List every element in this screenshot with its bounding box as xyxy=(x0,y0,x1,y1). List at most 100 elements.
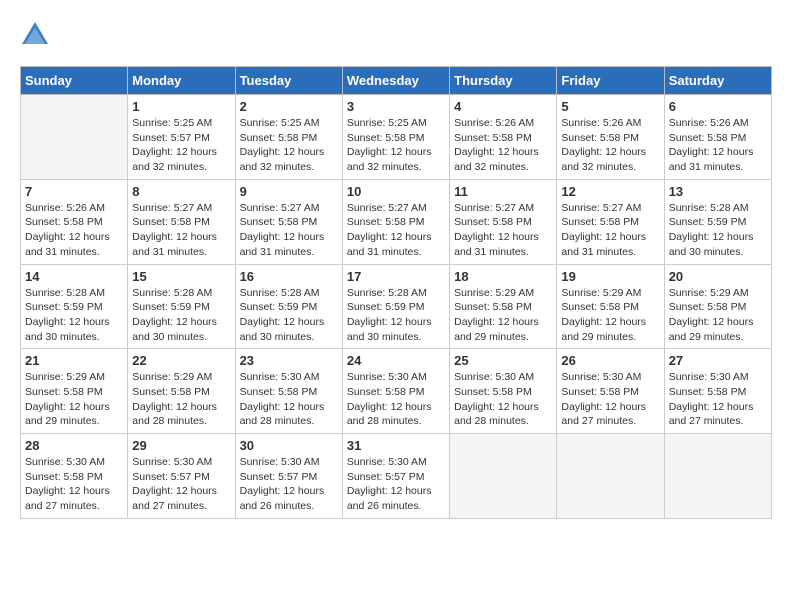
daylight-text: Daylight: 12 hours and 30 minutes. xyxy=(669,231,754,258)
sunrise-text: Sunrise: 5:26 AM xyxy=(25,202,105,214)
day-info: Sunrise: 5:28 AM Sunset: 5:59 PM Dayligh… xyxy=(240,286,338,345)
sunrise-text: Sunrise: 5:25 AM xyxy=(240,117,320,129)
day-info: Sunrise: 5:29 AM Sunset: 5:58 PM Dayligh… xyxy=(25,370,123,429)
sunset-text: Sunset: 5:58 PM xyxy=(240,132,318,144)
day-info: Sunrise: 5:28 AM Sunset: 5:59 PM Dayligh… xyxy=(132,286,230,345)
sunrise-text: Sunrise: 5:30 AM xyxy=(347,456,427,468)
calendar-week-row: 28 Sunrise: 5:30 AM Sunset: 5:58 PM Dayl… xyxy=(21,434,772,519)
sunset-text: Sunset: 5:58 PM xyxy=(240,216,318,228)
day-number: 19 xyxy=(561,269,659,284)
calendar-week-row: 21 Sunrise: 5:29 AM Sunset: 5:58 PM Dayl… xyxy=(21,349,772,434)
sunrise-text: Sunrise: 5:27 AM xyxy=(240,202,320,214)
sunrise-text: Sunrise: 5:29 AM xyxy=(132,371,212,383)
sunset-text: Sunset: 5:57 PM xyxy=(240,471,318,483)
calendar-week-row: 14 Sunrise: 5:28 AM Sunset: 5:59 PM Dayl… xyxy=(21,264,772,349)
sunset-text: Sunset: 5:58 PM xyxy=(240,386,318,398)
day-info: Sunrise: 5:26 AM Sunset: 5:58 PM Dayligh… xyxy=(454,116,552,175)
calendar-cell: 14 Sunrise: 5:28 AM Sunset: 5:59 PM Dayl… xyxy=(21,264,128,349)
sunset-text: Sunset: 5:58 PM xyxy=(25,216,103,228)
daylight-text: Daylight: 12 hours and 29 minutes. xyxy=(669,316,754,343)
day-info: Sunrise: 5:25 AM Sunset: 5:57 PM Dayligh… xyxy=(132,116,230,175)
day-info: Sunrise: 5:29 AM Sunset: 5:58 PM Dayligh… xyxy=(561,286,659,345)
calendar-cell xyxy=(450,434,557,519)
sunrise-text: Sunrise: 5:29 AM xyxy=(25,371,105,383)
day-number: 4 xyxy=(454,99,552,114)
calendar-cell: 3 Sunrise: 5:25 AM Sunset: 5:58 PM Dayli… xyxy=(342,95,449,180)
daylight-text: Daylight: 12 hours and 32 minutes. xyxy=(347,146,432,173)
calendar-cell: 8 Sunrise: 5:27 AM Sunset: 5:58 PM Dayli… xyxy=(128,179,235,264)
day-number: 30 xyxy=(240,438,338,453)
sunset-text: Sunset: 5:59 PM xyxy=(240,301,318,313)
daylight-text: Daylight: 12 hours and 31 minutes. xyxy=(454,231,539,258)
daylight-text: Daylight: 12 hours and 31 minutes. xyxy=(561,231,646,258)
weekday-header-saturday: Saturday xyxy=(664,67,771,95)
calendar-cell: 28 Sunrise: 5:30 AM Sunset: 5:58 PM Dayl… xyxy=(21,434,128,519)
sunset-text: Sunset: 5:58 PM xyxy=(25,471,103,483)
day-number: 7 xyxy=(25,184,123,199)
day-info: Sunrise: 5:30 AM Sunset: 5:58 PM Dayligh… xyxy=(454,370,552,429)
calendar-week-row: 1 Sunrise: 5:25 AM Sunset: 5:57 PM Dayli… xyxy=(21,95,772,180)
sunset-text: Sunset: 5:59 PM xyxy=(25,301,103,313)
day-number: 25 xyxy=(454,353,552,368)
weekday-header-tuesday: Tuesday xyxy=(235,67,342,95)
day-info: Sunrise: 5:30 AM Sunset: 5:57 PM Dayligh… xyxy=(132,455,230,514)
daylight-text: Daylight: 12 hours and 28 minutes. xyxy=(347,401,432,428)
daylight-text: Daylight: 12 hours and 32 minutes. xyxy=(240,146,325,173)
day-info: Sunrise: 5:30 AM Sunset: 5:58 PM Dayligh… xyxy=(25,455,123,514)
sunset-text: Sunset: 5:58 PM xyxy=(347,386,425,398)
calendar-cell: 22 Sunrise: 5:29 AM Sunset: 5:58 PM Dayl… xyxy=(128,349,235,434)
sunset-text: Sunset: 5:59 PM xyxy=(347,301,425,313)
daylight-text: Daylight: 12 hours and 29 minutes. xyxy=(561,316,646,343)
daylight-text: Daylight: 12 hours and 29 minutes. xyxy=(25,401,110,428)
daylight-text: Daylight: 12 hours and 27 minutes. xyxy=(669,401,754,428)
day-info: Sunrise: 5:26 AM Sunset: 5:58 PM Dayligh… xyxy=(669,116,767,175)
calendar-cell: 12 Sunrise: 5:27 AM Sunset: 5:58 PM Dayl… xyxy=(557,179,664,264)
calendar-cell: 10 Sunrise: 5:27 AM Sunset: 5:58 PM Dayl… xyxy=(342,179,449,264)
day-info: Sunrise: 5:30 AM Sunset: 5:58 PM Dayligh… xyxy=(240,370,338,429)
calendar-cell: 15 Sunrise: 5:28 AM Sunset: 5:59 PM Dayl… xyxy=(128,264,235,349)
day-number: 27 xyxy=(669,353,767,368)
calendar-cell: 7 Sunrise: 5:26 AM Sunset: 5:58 PM Dayli… xyxy=(21,179,128,264)
day-info: Sunrise: 5:27 AM Sunset: 5:58 PM Dayligh… xyxy=(454,201,552,260)
sunrise-text: Sunrise: 5:26 AM xyxy=(669,117,749,129)
page-header xyxy=(20,20,772,50)
sunset-text: Sunset: 5:58 PM xyxy=(25,386,103,398)
calendar-cell: 27 Sunrise: 5:30 AM Sunset: 5:58 PM Dayl… xyxy=(664,349,771,434)
daylight-text: Daylight: 12 hours and 26 minutes. xyxy=(347,485,432,512)
sunrise-text: Sunrise: 5:30 AM xyxy=(240,371,320,383)
day-info: Sunrise: 5:28 AM Sunset: 5:59 PM Dayligh… xyxy=(347,286,445,345)
sunrise-text: Sunrise: 5:29 AM xyxy=(454,287,534,299)
day-info: Sunrise: 5:29 AM Sunset: 5:58 PM Dayligh… xyxy=(454,286,552,345)
calendar-week-row: 7 Sunrise: 5:26 AM Sunset: 5:58 PM Dayli… xyxy=(21,179,772,264)
day-number: 23 xyxy=(240,353,338,368)
sunset-text: Sunset: 5:58 PM xyxy=(132,386,210,398)
sunset-text: Sunset: 5:58 PM xyxy=(454,301,532,313)
sunset-text: Sunset: 5:57 PM xyxy=(132,471,210,483)
day-info: Sunrise: 5:27 AM Sunset: 5:58 PM Dayligh… xyxy=(347,201,445,260)
day-info: Sunrise: 5:25 AM Sunset: 5:58 PM Dayligh… xyxy=(347,116,445,175)
day-info: Sunrise: 5:25 AM Sunset: 5:58 PM Dayligh… xyxy=(240,116,338,175)
sunset-text: Sunset: 5:58 PM xyxy=(454,386,532,398)
daylight-text: Daylight: 12 hours and 30 minutes. xyxy=(240,316,325,343)
calendar-cell: 31 Sunrise: 5:30 AM Sunset: 5:57 PM Dayl… xyxy=(342,434,449,519)
day-number: 14 xyxy=(25,269,123,284)
calendar-cell: 11 Sunrise: 5:27 AM Sunset: 5:58 PM Dayl… xyxy=(450,179,557,264)
sunrise-text: Sunrise: 5:27 AM xyxy=(561,202,641,214)
sunset-text: Sunset: 5:58 PM xyxy=(669,386,747,398)
calendar-cell: 13 Sunrise: 5:28 AM Sunset: 5:59 PM Dayl… xyxy=(664,179,771,264)
day-number: 11 xyxy=(454,184,552,199)
sunrise-text: Sunrise: 5:26 AM xyxy=(454,117,534,129)
daylight-text: Daylight: 12 hours and 28 minutes. xyxy=(454,401,539,428)
sunrise-text: Sunrise: 5:28 AM xyxy=(240,287,320,299)
day-number: 1 xyxy=(132,99,230,114)
sunset-text: Sunset: 5:58 PM xyxy=(454,216,532,228)
calendar-cell: 6 Sunrise: 5:26 AM Sunset: 5:58 PM Dayli… xyxy=(664,95,771,180)
sunset-text: Sunset: 5:58 PM xyxy=(132,216,210,228)
calendar-cell: 23 Sunrise: 5:30 AM Sunset: 5:58 PM Dayl… xyxy=(235,349,342,434)
daylight-text: Daylight: 12 hours and 31 minutes. xyxy=(25,231,110,258)
day-number: 6 xyxy=(669,99,767,114)
daylight-text: Daylight: 12 hours and 31 minutes. xyxy=(240,231,325,258)
sunrise-text: Sunrise: 5:28 AM xyxy=(669,202,749,214)
day-info: Sunrise: 5:26 AM Sunset: 5:58 PM Dayligh… xyxy=(25,201,123,260)
calendar-cell: 30 Sunrise: 5:30 AM Sunset: 5:57 PM Dayl… xyxy=(235,434,342,519)
